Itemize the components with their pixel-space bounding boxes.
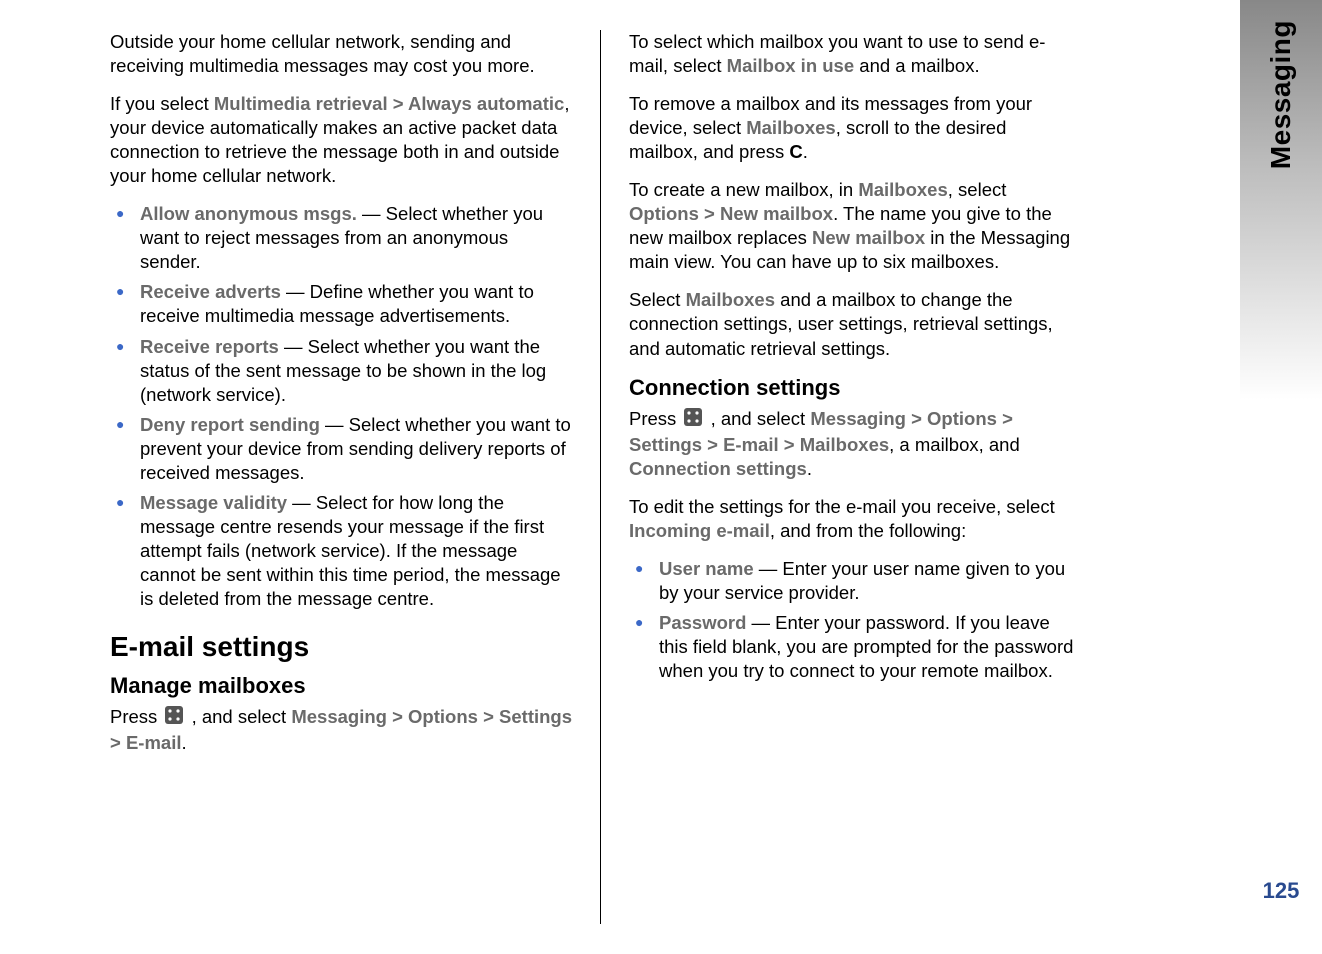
menu-path: Settings — [629, 434, 702, 455]
option-label: Password — [659, 612, 746, 633]
text: , a mailbox, and — [889, 434, 1020, 455]
separator-gt: > — [388, 93, 408, 114]
menu-path: Options — [408, 706, 478, 727]
option-label: Allow anonymous msgs. — [140, 203, 357, 224]
menu-path: E-mail — [126, 732, 182, 753]
menu-path: Options — [927, 408, 997, 429]
menu-path: Messaging — [810, 408, 906, 429]
section-title: Messaging — [1265, 20, 1297, 169]
multimedia-options-list: Allow anonymous msgs. — Select whether y… — [110, 202, 572, 611]
paragraph-incoming-email: To edit the settings for the e-mail you … — [629, 495, 1080, 543]
list-item: Allow anonymous msgs. — Select whether y… — [110, 202, 572, 274]
text: To edit the settings for the e-mail you … — [629, 496, 1055, 517]
paragraph-select-mailbox: To select which mailbox you want to use … — [629, 30, 1080, 78]
list-item: Message validity — Select for how long t… — [110, 491, 572, 611]
menu-key-icon — [683, 407, 703, 433]
list-item: Password — Enter your password. If you l… — [629, 611, 1080, 683]
text: Press — [629, 408, 681, 429]
menu-path: Settings — [499, 706, 572, 727]
heading-email-settings: E-mail settings — [110, 631, 572, 663]
separator-gt: > — [110, 732, 126, 753]
separator-gt: > — [478, 706, 499, 727]
list-item: Receive adverts — Define whether you wan… — [110, 280, 572, 328]
list-item: Receive reports — Select whether you wan… — [110, 335, 572, 407]
text: If you select — [110, 93, 214, 114]
text: , and select — [192, 706, 292, 727]
separator-gt: > — [702, 434, 723, 455]
paragraph-nav-connection: Press , and select Messaging > Options >… — [629, 407, 1080, 481]
menu-path: New mailbox — [812, 227, 925, 248]
heading-connection-settings: Connection settings — [629, 375, 1080, 401]
separator-gt: > — [699, 203, 720, 224]
text: , and select — [711, 408, 811, 429]
menu-path: Incoming e-mail — [629, 520, 770, 541]
right-column: To select which mailbox you want to use … — [600, 30, 1090, 924]
menu-path: Options — [629, 203, 699, 224]
option-label: Receive adverts — [140, 281, 281, 302]
menu-path: Multimedia retrieval — [214, 93, 388, 114]
separator-gt: > — [906, 408, 927, 429]
text: and a mailbox. — [854, 55, 979, 76]
key-c: C — [789, 141, 802, 162]
separator-gt: > — [997, 408, 1013, 429]
left-column: Outside your home cellular network, send… — [110, 30, 600, 924]
paragraph-nav-manage: Press , and select Messaging > Options >… — [110, 705, 572, 755]
option-label: Receive reports — [140, 336, 279, 357]
option-label: Deny report sending — [140, 414, 320, 435]
paragraph-retrieval: If you select Multimedia retrieval > Alw… — [110, 92, 572, 188]
menu-path: Mailboxes — [746, 117, 835, 138]
text: Press — [110, 706, 162, 727]
paragraph-change-settings: Select Mailboxes and a mailbox to change… — [629, 288, 1080, 360]
menu-path: Mailbox in use — [727, 55, 854, 76]
menu-path: Mailboxes — [686, 289, 775, 310]
text: , select — [948, 179, 1007, 200]
text: . — [803, 141, 808, 162]
text: , and from the following: — [770, 520, 966, 541]
paragraph-roaming-cost: Outside your home cellular network, send… — [110, 30, 572, 78]
menu-path: Mailboxes — [858, 179, 947, 200]
text: Select — [629, 289, 686, 310]
incoming-email-options-list: User name — Enter your user name given t… — [629, 557, 1080, 683]
menu-path: Messaging — [291, 706, 387, 727]
menu-key-icon — [164, 705, 184, 731]
menu-path: Connection settings — [629, 458, 807, 479]
option-label: Message validity — [140, 492, 287, 513]
menu-path: E-mail — [723, 434, 779, 455]
heading-manage-mailboxes: Manage mailboxes — [110, 673, 572, 699]
text: To create a new mailbox, in — [629, 179, 858, 200]
menu-path: Always automatic — [408, 93, 564, 114]
separator-gt: > — [779, 434, 800, 455]
sidebar: Messaging 125 — [1240, 0, 1322, 954]
paragraph-new-mailbox: To create a new mailbox, in Mailboxes, s… — [629, 178, 1080, 274]
option-label: User name — [659, 558, 754, 579]
menu-path: Mailboxes — [800, 434, 889, 455]
text: . — [807, 458, 812, 479]
menu-path: New mailbox — [720, 203, 833, 224]
page-number: 125 — [1263, 878, 1300, 904]
text: . — [181, 732, 186, 753]
list-item: User name — Enter your user name given t… — [629, 557, 1080, 605]
paragraph-remove-mailbox: To remove a mailbox and its messages fro… — [629, 92, 1080, 164]
separator-gt: > — [387, 706, 408, 727]
list-item: Deny report sending — Select whether you… — [110, 413, 572, 485]
